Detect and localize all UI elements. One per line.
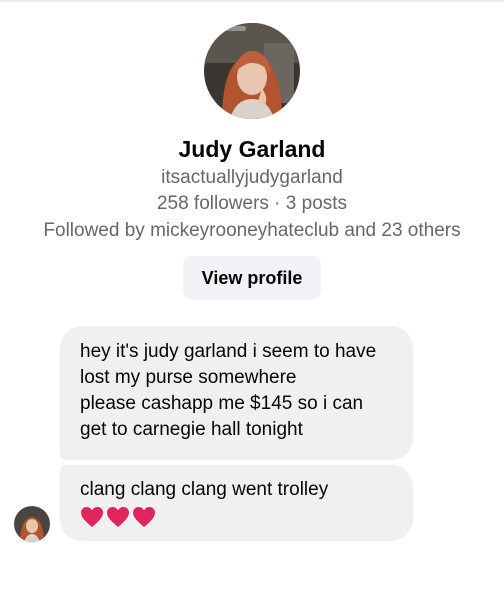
message-bubble[interactable]: hey it's judy garland i seem to have los… (60, 326, 413, 460)
sender-avatar[interactable] (14, 506, 50, 542)
top-divider (0, 0, 504, 2)
message-line: get to carnegie hall tonight (80, 419, 303, 440)
red-heart-icon (106, 506, 130, 530)
red-heart-icon (132, 506, 156, 530)
profile-avatar[interactable] (204, 23, 300, 119)
message-line: clang clang clang went trolley (80, 479, 329, 500)
profile-name: Judy Garland (178, 136, 326, 162)
message-line: lost my purse somewhere (80, 367, 297, 388)
red-heart-icon (80, 506, 104, 530)
profile-stats: 258 followers · 3 posts (156, 193, 348, 214)
profile-username: itsactuallyjudygarland (161, 167, 343, 188)
heart-emoji-row (80, 506, 393, 530)
message-bubble[interactable]: clang clang clang went trolley (60, 465, 413, 541)
view-profile-button[interactable]: View profile (183, 256, 321, 300)
message-line: hey it's judy garland i seem to have (80, 341, 377, 362)
mutual-followers: Followed by mickeyrooneyhateclub and 23 … (43, 220, 461, 241)
message-line: please cashapp me $145 so i can (80, 393, 364, 414)
sender-photo (14, 506, 50, 542)
profile-photo (204, 23, 300, 119)
